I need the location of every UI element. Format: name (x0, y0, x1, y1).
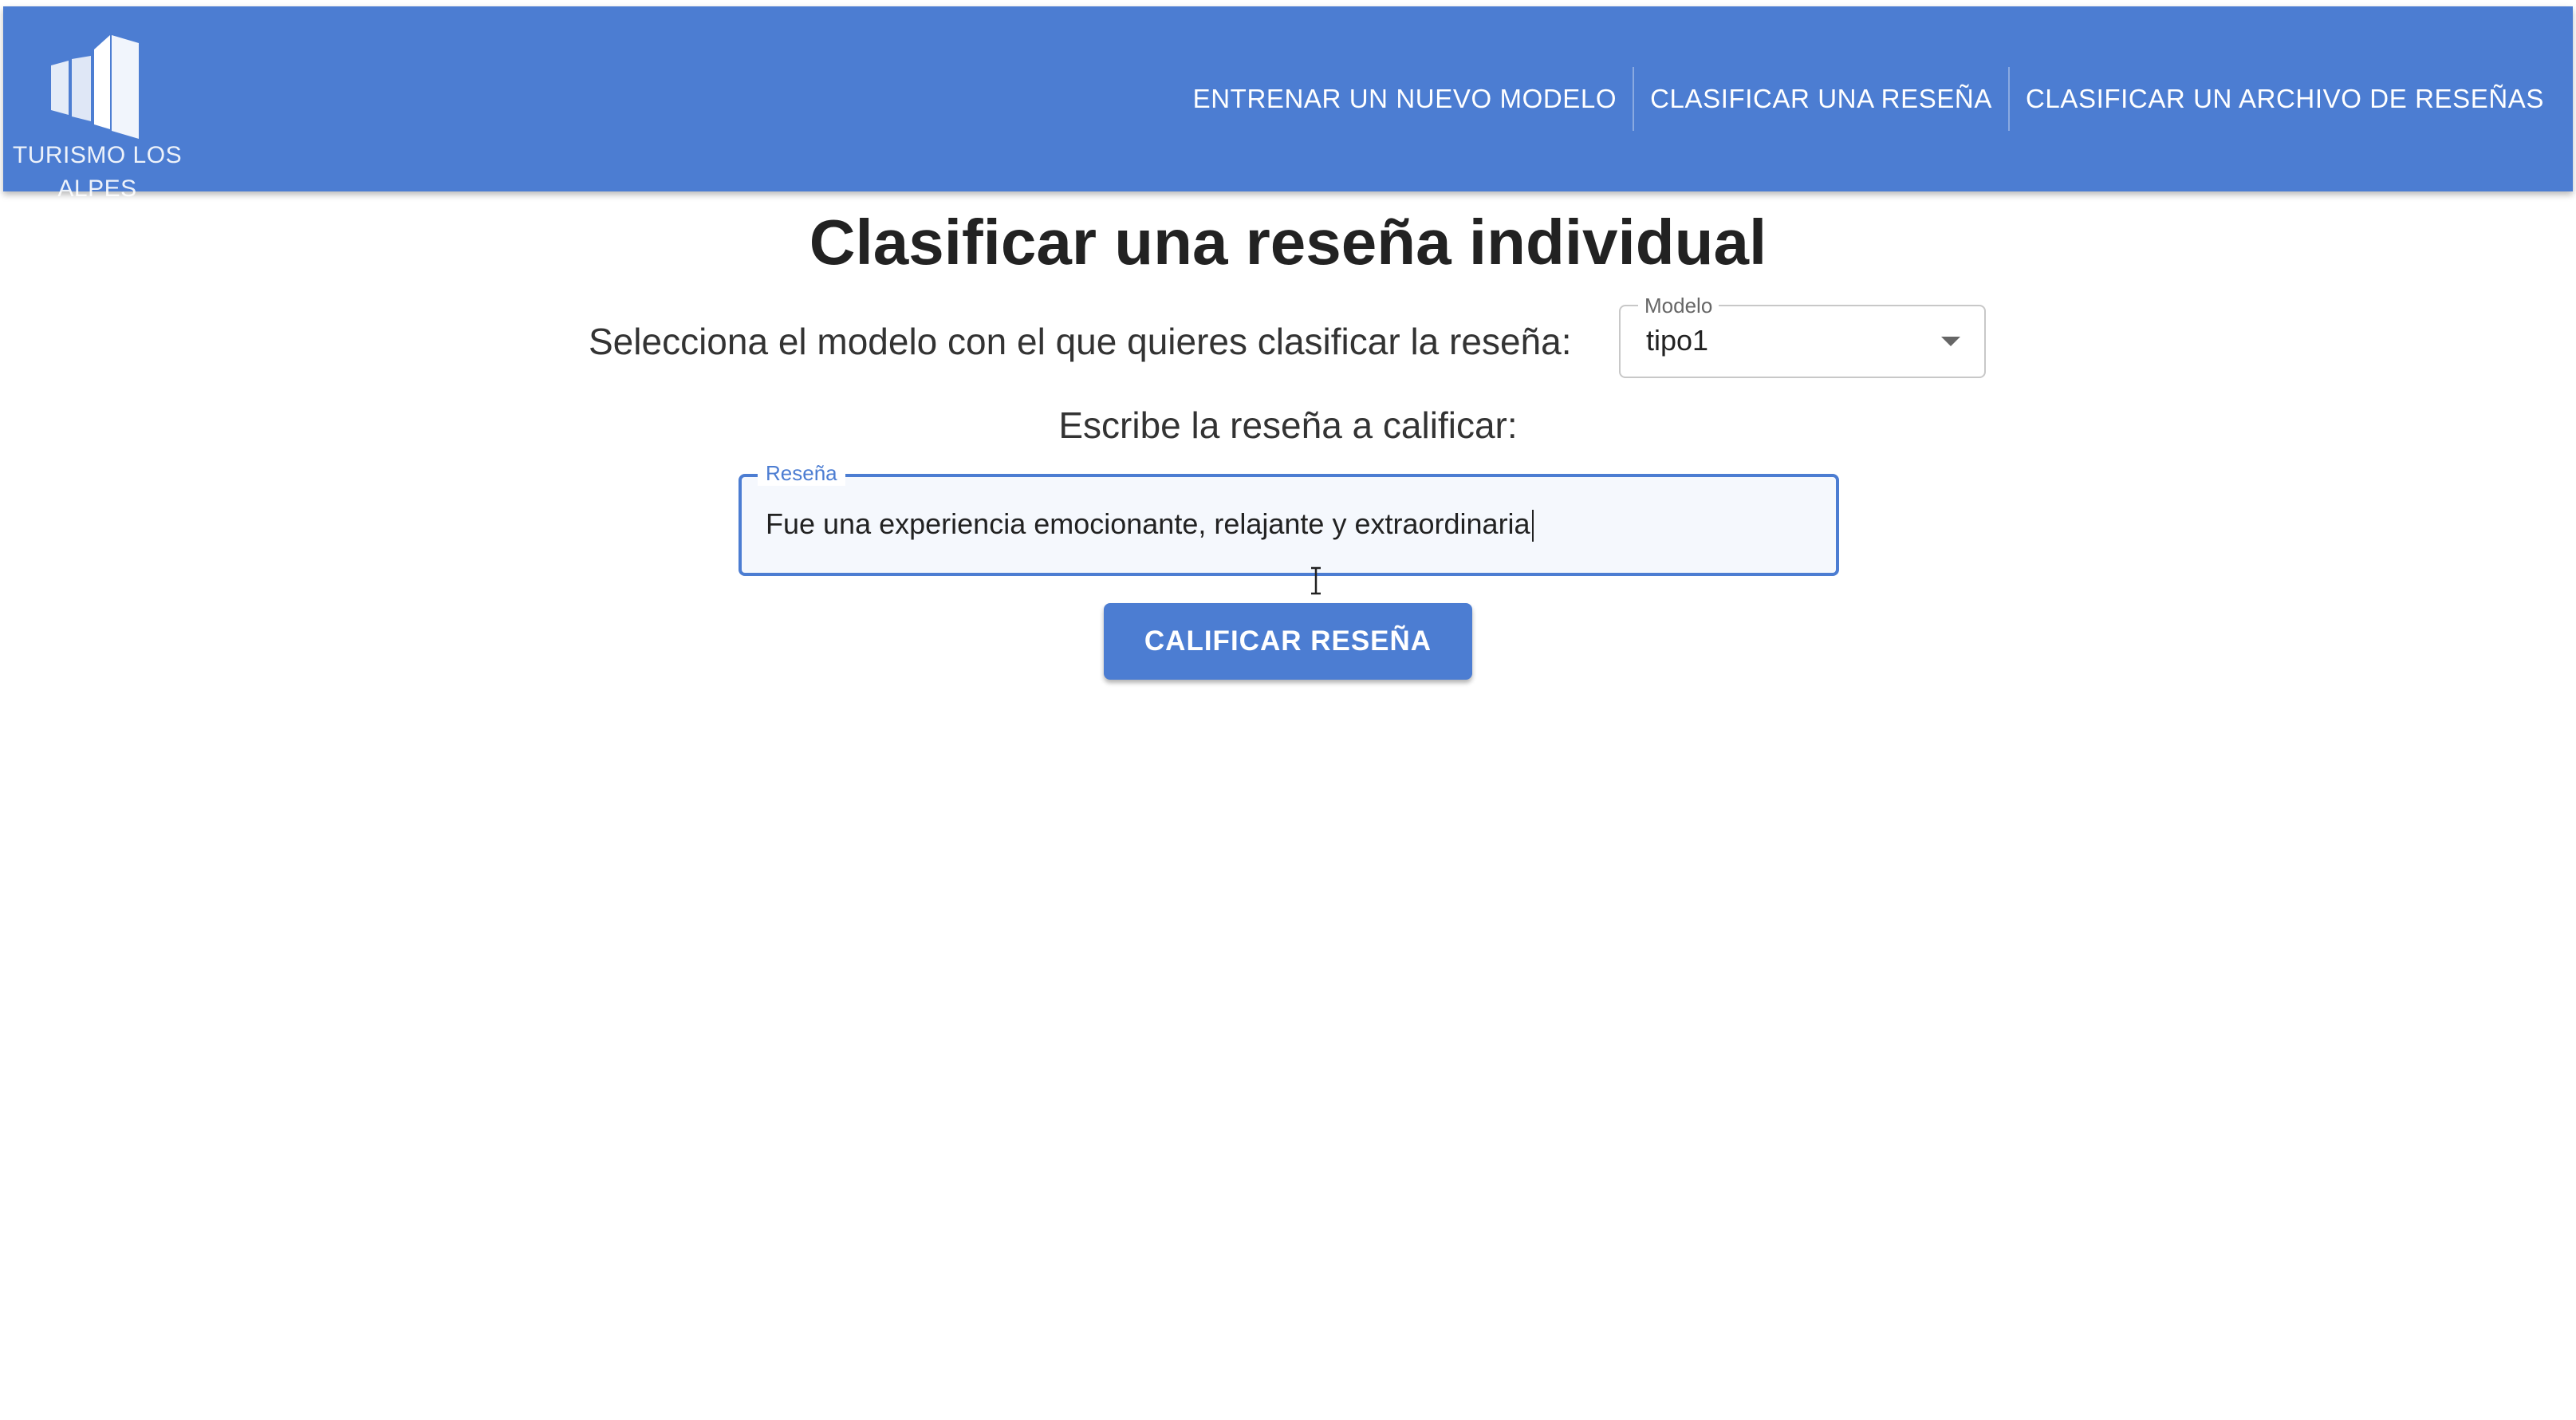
nav-train-model[interactable]: ENTRENAR UN NUEVO MODELO (1177, 67, 1633, 131)
nav-classify-review[interactable]: CLASIFICAR UNA RESEÑA (1634, 67, 2008, 131)
nav-classify-file[interactable]: CLASIFICAR UN ARCHIVO DE RESEÑAS (2010, 67, 2560, 131)
brand-name: TURISMO LOS ALPES (12, 142, 183, 202)
building-icon (51, 35, 139, 139)
classify-review-button[interactable]: CALIFICAR RESEÑA (1104, 603, 1472, 680)
brand-logo[interactable]: TURISMO LOS ALPES (3, 19, 191, 202)
text-caret (1531, 510, 1534, 542)
review-input[interactable]: Reseña Fue una experiencia emocionante, … (739, 461, 1839, 576)
model-select-label: Modelo (1638, 294, 1719, 318)
model-select-value: tipo1 (1646, 324, 1709, 357)
model-prompt-row: Selecciona el modelo con el que quieres … (589, 303, 1571, 380)
model-prompt: Selecciona el modelo con el que quieres … (589, 321, 1572, 362)
review-input-label: Reseña (758, 461, 845, 486)
review-input-value: Fue una experiencia emocionante, relajan… (766, 507, 1534, 542)
review-prompt: Escribe la reseña a calificar: (1058, 404, 1518, 446)
model-select[interactable]: Modelo tipo1 (1619, 294, 1986, 378)
app-bar: TURISMO LOS ALPES ENTRENAR UN NUEVO MODE… (3, 6, 2573, 202)
page-title: Clasificar una reseña individual (809, 207, 1767, 278)
dropdown-arrow-icon (1941, 337, 1960, 346)
main-nav: ENTRENAR UN NUEVO MODELO CLASIFICAR UNA … (1177, 6, 2560, 191)
ibeam-cursor-icon (1311, 566, 1321, 595)
